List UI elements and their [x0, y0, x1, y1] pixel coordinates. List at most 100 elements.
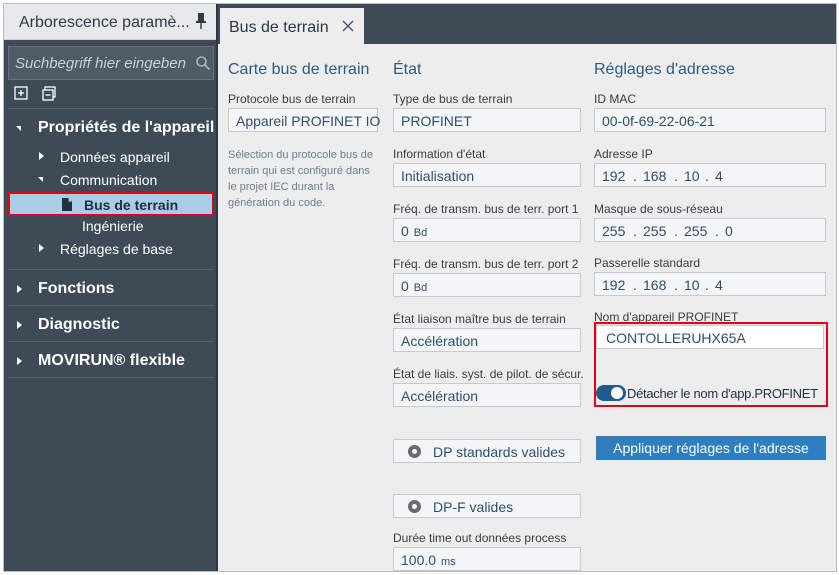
tree-item-label: Bus de terrain — [84, 197, 179, 213]
protocol-value: Appareil PROFINET IO — [236, 113, 381, 129]
panel-title: Arborescence paramè... — [19, 14, 189, 31]
chevron-down-icon[interactable] — [38, 177, 43, 182]
mac-field: 00-0f-69-22-06-21 — [594, 108, 826, 132]
tree-item-engineering[interactable]: Ingénierie — [4, 216, 216, 238]
search-icon[interactable] — [195, 55, 211, 71]
ip-dot: . — [633, 277, 637, 293]
gateway-octet-2[interactable]: 168 — [643, 277, 666, 293]
ip-dot: . — [674, 223, 678, 239]
baud-port2-value: 0 Bd — [401, 278, 427, 294]
tree-item-movirun[interactable]: MOVIRUN® flexible — [4, 351, 216, 373]
mac-label: ID MAC — [594, 92, 636, 106]
chevron-right-icon[interactable] — [17, 321, 22, 329]
tree-item-label: Ingénierie — [82, 218, 144, 234]
ip-octet-1[interactable]: 192 — [602, 168, 625, 184]
subnet-octet-1[interactable]: 255 — [602, 223, 625, 239]
dp-standard-indicator: DP standards valides — [393, 439, 581, 463]
subnet-mask-input[interactable]: 255 . 255 . 255 . 0 — [594, 218, 826, 242]
ip-dot: . — [705, 168, 709, 184]
device-name-value: CONTOLLERUHX65A — [606, 330, 746, 346]
search-placeholder: Suchbegriff hier eingeben — [15, 55, 186, 72]
baud-port1-number: 0 — [401, 223, 409, 239]
tree-item-device-data[interactable]: Données appareil — [4, 147, 216, 169]
search-input[interactable]: Suchbegriff hier eingeben — [8, 46, 214, 80]
subnet-octet-3[interactable]: 255 — [684, 223, 707, 239]
ip-dot: . — [705, 277, 709, 293]
application-window: Arborescence paramè... Suchbegriff hier … — [3, 3, 837, 572]
tree-item-label: Communication — [60, 172, 158, 188]
tree-item-label: Réglages de base — [60, 241, 173, 257]
separator — [8, 341, 214, 342]
gateway-octet-3[interactable]: 10 — [684, 277, 700, 293]
tab-label: Bus de terrain — [229, 19, 329, 36]
separator — [8, 305, 214, 306]
ip-address-input[interactable]: 192 . 168 . 10 . 4 — [594, 163, 826, 187]
protocol-select[interactable]: Appareil PROFINET IO — [228, 108, 381, 132]
apply-address-button[interactable]: Appliquer réglages de l'adresse — [596, 436, 826, 460]
tree-item-label: MOVIRUN® flexible — [38, 352, 185, 369]
tree-item-label: Données appareil — [60, 149, 170, 165]
gateway-octet-4[interactable]: 4 — [715, 277, 723, 293]
baud-port1-value: 0 Bd — [401, 223, 427, 239]
parameter-tree-panel: Arborescence paramè... Suchbegriff hier … — [4, 4, 216, 571]
pin-icon[interactable] — [194, 12, 208, 30]
baud-port2-field: 0 Bd — [393, 273, 581, 297]
subnet-label: Masque de sous-réseau — [594, 202, 723, 216]
ip-octet-4[interactable]: 4 — [715, 168, 723, 184]
baud-port1-field: 0 Bd — [393, 218, 581, 242]
tree-item-device-properties[interactable]: Propriétés de l'appareil — [4, 118, 216, 140]
ip-octet-3[interactable]: 10 — [684, 168, 700, 184]
protocol-label: Protocole bus de terrain — [228, 92, 356, 106]
timeout-field: 100.0 ms — [393, 547, 581, 571]
fieldbus-type-label: Type de bus de terrain — [393, 92, 513, 106]
status-title: État — [393, 61, 422, 78]
document-icon — [62, 198, 72, 211]
dp-standard-label: DP standards valides — [433, 444, 566, 460]
collapse-all-icon[interactable] — [42, 86, 57, 101]
status-info-value: Initialisation — [401, 168, 475, 184]
subnet-octet-2[interactable]: 255 — [643, 223, 666, 239]
chevron-right-icon[interactable] — [17, 285, 22, 293]
safety-link-label: État de liais. syst. de pilot. de sécur. — [393, 367, 584, 381]
fieldbus-card-title: Carte bus de terrain — [228, 61, 370, 78]
chevron-right-icon[interactable] — [17, 357, 22, 365]
tree-item-basic-settings[interactable]: Réglages de base — [4, 239, 216, 261]
safety-link-field: Accélération — [393, 383, 581, 407]
chevron-right-icon[interactable] — [39, 244, 44, 252]
tree-item-diagnostics[interactable]: Diagnostic — [4, 315, 216, 337]
baud-port1-label: Fréq. de transm. bus de terr. port 1 — [393, 202, 579, 216]
close-icon[interactable] — [341, 19, 355, 33]
master-link-label: État liaison maître bus de terrain — [393, 312, 566, 326]
timeout-value: 100.0 ms — [401, 552, 456, 568]
ip-dot: . — [715, 223, 719, 239]
ip-dot: . — [633, 168, 637, 184]
ip-octet-2[interactable]: 168 — [643, 168, 666, 184]
tree-item-fieldbus[interactable]: Bus de terrain — [8, 192, 214, 216]
status-info-label: Information d'état — [393, 147, 486, 161]
timeout-label: Durée time out données process — [393, 531, 567, 545]
expand-all-icon[interactable] — [14, 86, 29, 101]
timeout-number: 100.0 — [401, 552, 437, 568]
gateway-input[interactable]: 192 . 168 . 10 . 4 — [594, 272, 826, 296]
separator — [8, 377, 214, 378]
baud-unit: Bd — [413, 282, 428, 294]
dpf-indicator: DP-F valides — [393, 494, 581, 518]
subnet-octet-4[interactable]: 0 — [725, 223, 733, 239]
chevron-right-icon[interactable] — [39, 152, 44, 160]
master-link-field: Accélération — [393, 328, 581, 352]
fieldbus-type-field: PROFINET — [393, 108, 581, 132]
main-content: Bus de terrain Carte bus de terrain Prot… — [218, 4, 836, 571]
safety-link-value: Accélération — [401, 388, 479, 404]
detach-name-toggle[interactable] — [596, 385, 626, 401]
tab-fieldbus[interactable]: Bus de terrain — [220, 8, 364, 44]
tree-item-functions[interactable]: Fonctions — [4, 279, 216, 301]
gateway-octet-1[interactable]: 192 — [602, 277, 625, 293]
ip-dot: . — [674, 277, 678, 293]
device-name-input[interactable]: CONTOLLERUHX65A — [596, 325, 824, 349]
tree-item-communication[interactable]: Communication — [4, 170, 216, 192]
chevron-down-icon[interactable] — [16, 126, 21, 131]
tab-bar: Bus de terrain — [218, 4, 836, 44]
address-settings-title: Réglages d'adresse — [594, 61, 735, 78]
ip-dot: . — [674, 168, 678, 184]
panel-header: Arborescence paramè... — [4, 4, 216, 40]
